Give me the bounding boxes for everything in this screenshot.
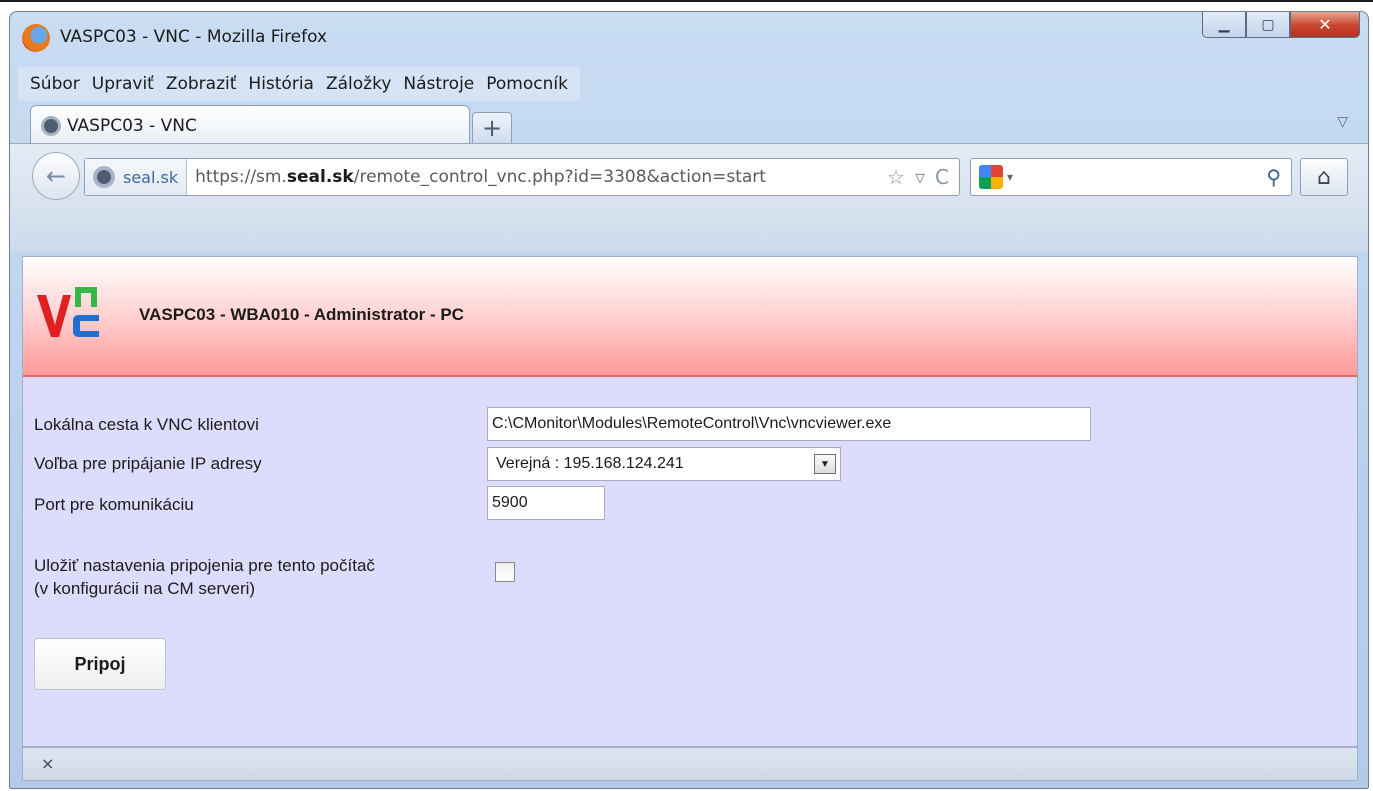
bookmark-star-icon[interactable]: ☆ — [887, 165, 905, 189]
client-path-input[interactable]: C:\CMonitor\Modules\RemoteControl\Vnc\vn… — [487, 407, 1091, 441]
menu-item-bookmarks[interactable]: Záložky — [320, 74, 397, 94]
search-engine-icon[interactable] — [979, 165, 1003, 189]
window-controls: ▁ ▢ ✕ — [1202, 12, 1360, 38]
url-suffix: /remote_control_vnc.php?id=3308&action=s… — [353, 167, 766, 187]
search-icon[interactable]: ⚲ — [1266, 165, 1281, 189]
menu-bar: Súbor Upraviť Zobraziť História Záložky … — [18, 67, 580, 101]
menu-item-history[interactable]: História — [242, 74, 320, 94]
minimize-button[interactable]: ▁ — [1202, 12, 1246, 38]
close-button[interactable]: ✕ — [1290, 12, 1360, 38]
reload-icon[interactable]: C — [935, 165, 949, 189]
status-bar: × — [22, 747, 1358, 781]
window-title: VASPC03 - VNC - Mozilla Firefox — [60, 27, 328, 47]
title-bar: VASPC03 - VNC - Mozilla Firefox ▁ ▢ ✕ — [10, 12, 1368, 62]
page-content: VASPC03 - WBA010 - Administrator - PC Lo… — [22, 256, 1358, 747]
dropdown-arrow-icon[interactable]: ▼ — [814, 454, 836, 474]
site-identity-button[interactable]: seal.sk — [85, 159, 188, 195]
search-bar[interactable]: ▾ ⚲ — [970, 158, 1292, 196]
port-label: Port pre komunikáciu — [34, 495, 194, 514]
save-settings-label-line2: (v konfigurácii na CM serveri) — [34, 579, 256, 598]
menu-item-help[interactable]: Pomocník — [480, 74, 574, 94]
save-settings-label: Uložiť nastavenia pripojenia pre tento p… — [34, 554, 375, 600]
vnc-logo-icon — [37, 287, 99, 337]
menu-item-file[interactable]: Súbor — [24, 74, 86, 94]
tab-label: VASPC03 - VNC — [67, 115, 197, 136]
firefox-logo-icon — [22, 24, 50, 52]
port-input[interactable]: 5900 — [487, 486, 605, 520]
url-bar-icons: ☆ ▿ C — [887, 165, 959, 189]
site-favicon-icon — [41, 115, 61, 136]
back-button[interactable]: ← — [32, 152, 80, 200]
url-bar[interactable]: seal.sk https://sm.seal.sk/remote_contro… — [84, 158, 960, 196]
tab-active[interactable]: VASPC03 - VNC — [30, 105, 470, 145]
url-text[interactable]: https://sm.seal.sk/remote_control_vnc.ph… — [187, 167, 766, 187]
close-addon-bar-icon[interactable]: × — [41, 754, 54, 773]
page-banner: VASPC03 - WBA010 - Administrator - PC — [23, 257, 1357, 377]
new-tab-button[interactable]: + — [472, 112, 512, 144]
ip-choice-label: Voľba pre pripájanie IP adresy — [34, 454, 262, 473]
menu-item-view[interactable]: Zobraziť — [160, 74, 243, 94]
history-dropdown-icon[interactable]: ▿ — [915, 165, 925, 189]
url-domain: seal.sk — [286, 167, 354, 187]
navigation-toolbar: ← seal.sk https://sm.seal.sk/remote_cont… — [10, 143, 1368, 251]
tab-strip: VASPC03 - VNC + ▽ — [10, 102, 1368, 145]
ip-choice-selected: Verejná : 195.168.124.241 — [496, 455, 684, 472]
site-identity-label: seal.sk — [123, 167, 179, 187]
browser-window: VASPC03 - VNC - Mozilla Firefox ▁ ▢ ✕ Sú… — [9, 11, 1369, 789]
top-border-line — [0, 0, 1373, 2]
save-settings-checkbox[interactable] — [495, 562, 515, 582]
site-identity-icon — [93, 166, 115, 188]
menu-item-edit[interactable]: Upraviť — [86, 74, 160, 94]
page-title: VASPC03 - WBA010 - Administrator - PC — [139, 305, 464, 324]
maximize-button[interactable]: ▢ — [1246, 12, 1290, 38]
search-engine-dropdown-icon[interactable]: ▾ — [1007, 170, 1013, 184]
connect-button[interactable]: Pripoj — [34, 638, 166, 690]
menu-item-tools[interactable]: Nástroje — [397, 74, 480, 94]
save-settings-label-line1: Uložiť nastavenia pripojenia pre tento p… — [34, 556, 375, 575]
url-prefix: https://sm. — [195, 167, 287, 187]
client-path-label: Lokálna cesta k VNC klientovi — [34, 415, 259, 434]
ip-choice-select[interactable]: Verejná : 195.168.124.241 ▼ — [487, 447, 841, 481]
tab-list-chevron-icon[interactable]: ▽ — [1337, 114, 1348, 130]
home-button[interactable]: ⌂ — [1300, 158, 1348, 196]
